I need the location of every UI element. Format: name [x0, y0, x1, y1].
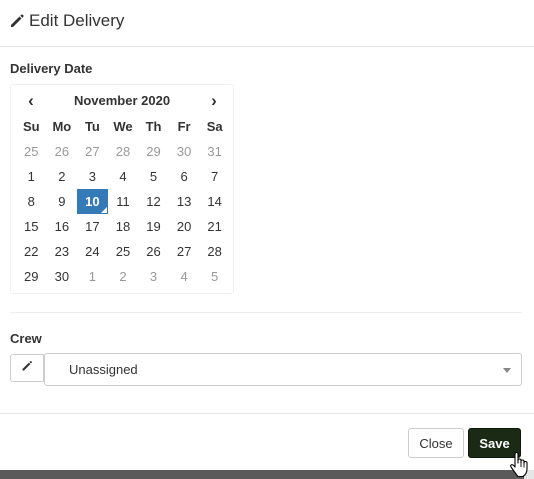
datepicker-header: ‹ November 2020 ›: [11, 85, 235, 115]
modal-title-text: Edit Delivery: [29, 11, 125, 30]
calendar-day[interactable]: 27: [77, 139, 108, 164]
delivery-date-label: Delivery Date: [10, 61, 93, 76]
weekday-label: Su: [22, 119, 40, 134]
chevron-down-icon: [503, 368, 511, 373]
calendar-day[interactable]: 4: [169, 264, 200, 289]
calendar-day[interactable]: 25: [108, 239, 139, 264]
calendar-day[interactable]: 11: [108, 189, 139, 214]
calendar-day[interactable]: 8: [16, 189, 47, 214]
modal-backdrop: [0, 470, 534, 479]
close-button[interactable]: Close: [408, 428, 464, 458]
pencil-icon: [9, 13, 25, 29]
datepicker: ‹ November 2020 › Su Mo Tu We Th Fr Sa 25 26 27 28…: [10, 84, 234, 294]
calendar-day[interactable]: 30: [169, 139, 200, 164]
week-row: 15 16 17 18 19 20 21: [16, 214, 230, 239]
month-switch[interactable]: November 2020: [51, 93, 193, 108]
calendar-day[interactable]: 14: [199, 189, 230, 214]
calendar-grid: Su Mo Tu We Th Fr Sa 25 26 27 28 29 30 31 1 2 3 4 5 6 7 8 9 10 1…: [16, 114, 230, 289]
week-row: 8 9 10 11 12 13 14: [16, 189, 230, 214]
week-row: 1234567: [16, 164, 230, 189]
calendar-day[interactable]: 22: [16, 239, 47, 264]
prev-month-button[interactable]: ‹: [16, 91, 46, 111]
calendar-day[interactable]: 3: [138, 264, 169, 289]
calendar-day[interactable]: 24: [77, 239, 108, 264]
calendar-day[interactable]: 3: [77, 164, 108, 189]
crew-selected-value: Unassigned: [69, 362, 138, 377]
calendar-day[interactable]: 15: [16, 214, 47, 239]
calendar-day[interactable]: 26: [138, 239, 169, 264]
calendar-day[interactable]: 2: [47, 164, 78, 189]
modal-header: Edit Delivery: [0, 0, 534, 47]
edit-delivery-modal: Edit Delivery Delivery Date ‹ November 2…: [0, 0, 534, 470]
calendar-day[interactable]: 29: [138, 139, 169, 164]
calendar-day[interactable]: 7: [199, 164, 230, 189]
week-row: 22 23 24 25 26 27 28: [16, 239, 230, 264]
calendar-day[interactable]: 1: [16, 164, 47, 189]
weekday-label: Fr: [177, 119, 191, 134]
hand-cursor-icon: [510, 452, 528, 478]
calendar-day-selected[interactable]: 10: [77, 189, 108, 214]
calendar-day[interactable]: 4: [108, 164, 139, 189]
divider: [10, 312, 522, 313]
crew-edit-button[interactable]: [10, 354, 44, 382]
calendar-day[interactable]: 19: [138, 214, 169, 239]
weekday-header-row: Su Mo Tu We Th Fr Sa: [16, 114, 230, 139]
modal-footer: Close Save: [0, 413, 534, 470]
pencil-icon: [21, 359, 33, 377]
calendar-day[interactable]: 2: [108, 264, 139, 289]
calendar-day[interactable]: 29: [16, 264, 47, 289]
calendar-day[interactable]: 25: [16, 139, 47, 164]
weekday-label: Tu: [84, 119, 100, 134]
weekday-label: Mo: [52, 119, 72, 134]
calendar-day[interactable]: 1: [77, 264, 108, 289]
calendar-day[interactable]: 5: [138, 164, 169, 189]
calendar-day[interactable]: 30: [47, 264, 78, 289]
crew-label: Crew: [10, 331, 42, 346]
calendar-day[interactable]: 5: [199, 264, 230, 289]
calendar-day[interactable]: 6: [169, 164, 200, 189]
crew-select[interactable]: Unassigned: [44, 353, 522, 386]
weekday-label: Sa: [206, 119, 223, 134]
calendar-day[interactable]: 13: [169, 189, 200, 214]
calendar-day[interactable]: 20: [169, 214, 200, 239]
calendar-day[interactable]: 26: [47, 139, 78, 164]
calendar-day[interactable]: 23: [47, 239, 78, 264]
calendar-day[interactable]: 31: [199, 139, 230, 164]
calendar-day[interactable]: 28: [108, 139, 139, 164]
weekday-label: We: [113, 119, 133, 134]
calendar-day[interactable]: 28: [199, 239, 230, 264]
week-row: 29 30 1 2 3 4 5: [16, 264, 230, 289]
modal-title: Edit Delivery: [9, 11, 124, 31]
calendar-day[interactable]: 21: [199, 214, 230, 239]
calendar-day[interactable]: 17: [77, 214, 108, 239]
calendar-day[interactable]: 12: [138, 189, 169, 214]
calendar-day[interactable]: 27: [169, 239, 200, 264]
calendar-day[interactable]: 9: [47, 189, 78, 214]
next-month-button[interactable]: ›: [199, 91, 229, 111]
calendar-day[interactable]: 16: [47, 214, 78, 239]
weekday-label: Th: [145, 119, 162, 134]
calendar-day[interactable]: 18: [108, 214, 139, 239]
week-row: 25 26 27 28 29 30 31: [16, 139, 230, 164]
